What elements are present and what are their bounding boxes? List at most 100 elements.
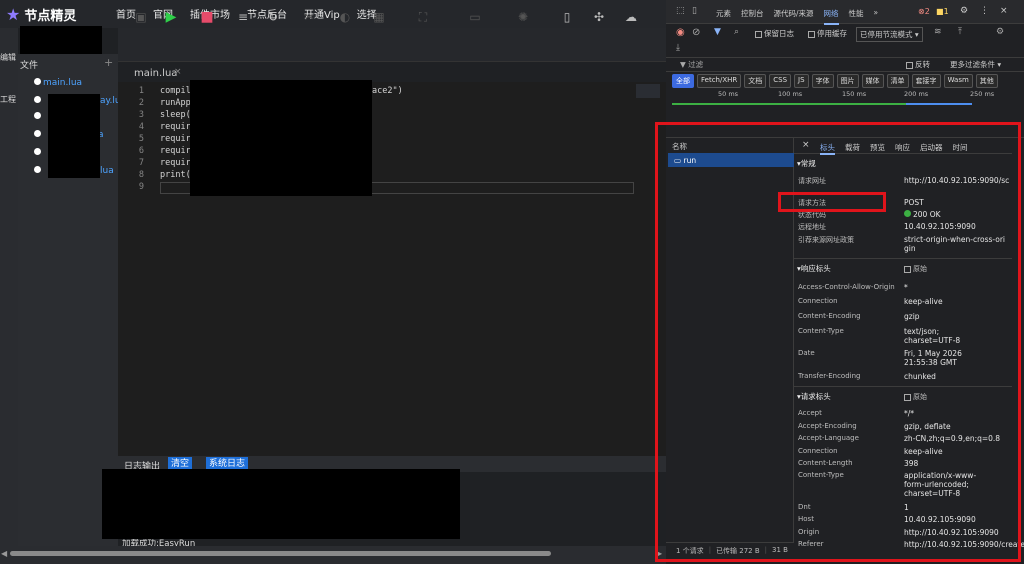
app-name: 节点精灵	[24, 8, 77, 24]
disable-cache-checkbox[interactable]: 停用缓存	[808, 28, 847, 39]
chip-icon[interactable]: ✺	[512, 6, 534, 28]
editor-tab[interactable]: main.lua	[134, 68, 177, 79]
plugin-icon[interactable]: ✣	[588, 6, 610, 28]
cut-icon[interactable]: ✂	[298, 6, 320, 28]
minimap[interactable]	[636, 84, 660, 98]
timeline-bar-green	[672, 103, 906, 105]
image-icon[interactable]: ▭	[464, 6, 486, 28]
code-line: requir	[160, 134, 191, 144]
record-icon[interactable]: ◉	[676, 27, 685, 38]
type-filters: 全部 Fetch/XHR 文档 CSS JS 字体 图片 媒体 清单 套接字 W…	[672, 74, 998, 88]
code-line: print(	[160, 170, 191, 180]
editor-toolbar	[118, 28, 666, 62]
lua-file-icon	[34, 112, 41, 119]
file-item[interactable]	[34, 96, 43, 106]
code-line: requir	[160, 146, 191, 156]
filter-icon[interactable]: ▼	[714, 27, 721, 37]
type-filter-js[interactable]: JS	[794, 74, 809, 88]
close-icon[interactable]: ×	[174, 67, 182, 77]
upload-icon[interactable]: ☁	[620, 6, 642, 28]
tab-console[interactable]: 控制台	[741, 8, 764, 25]
scroll-left-icon[interactable]: ◀	[1, 549, 7, 558]
editor-tab-bar	[118, 62, 666, 82]
rail-project[interactable]: 工程	[0, 94, 16, 105]
device-toggle-icon[interactable]: ▯	[692, 6, 697, 16]
add-file-icon[interactable]: +	[104, 56, 113, 69]
type-filter-ws[interactable]: 套接字	[911, 74, 941, 88]
scrollbar-thumb[interactable]	[10, 551, 551, 556]
file-item[interactable]	[34, 112, 43, 122]
run-icon[interactable]: ▶	[160, 6, 182, 28]
type-filter-font[interactable]: 字体	[811, 74, 834, 88]
file-item-tail: lua	[100, 166, 114, 176]
rail-edit[interactable]: 编辑	[0, 52, 16, 63]
search-icon[interactable]: ⌕	[734, 27, 739, 37]
file-item[interactable]	[34, 130, 43, 140]
code-line: requir	[160, 122, 191, 132]
format-icon[interactable]: ≡	[232, 6, 254, 28]
file-item-main[interactable]: main.lua	[34, 78, 82, 88]
tab-more[interactable]: »	[874, 8, 879, 25]
tab-performance[interactable]: 性能	[849, 8, 864, 25]
lua-file-icon	[34, 96, 41, 103]
file-item[interactable]	[34, 148, 43, 158]
code-line: requir	[160, 158, 191, 168]
tab-sources[interactable]: 源代码/来源	[774, 8, 814, 25]
warning-count[interactable]: ■1	[936, 7, 949, 16]
invert-checkbox[interactable]: 反转	[906, 59, 930, 70]
network-settings-icon[interactable]: ⚙	[996, 27, 1004, 37]
app-logo-icon: ★	[6, 4, 21, 24]
reload-icon[interactable]: ↻	[262, 6, 284, 28]
type-filter-media[interactable]: 媒体	[861, 74, 884, 88]
highlight-box-details	[655, 122, 1021, 562]
more-filters-button[interactable]: 更多过滤条件 ▾	[950, 59, 1001, 70]
app-logo: ★ 节点精灵	[6, 4, 96, 24]
type-filter-wasm[interactable]: Wasm	[943, 74, 973, 88]
line-numbers: 1 2 3 4 5 6 7 8 9	[138, 86, 144, 192]
file-panel-header: 文件	[20, 61, 39, 71]
devtools-tabs: 元素 控制台 源代码/来源 网络 性能 »	[716, 8, 878, 25]
code-line: sleep(	[160, 110, 191, 120]
code-lines: compil runApp sleep( requir requir requi…	[160, 86, 191, 182]
download-icon[interactable]: ⤓	[676, 43, 680, 53]
filter-input[interactable]: ▼ 过滤	[680, 59, 703, 70]
clear-icon[interactable]: ⊘	[692, 27, 700, 38]
settings-icon[interactable]: ⚙	[960, 6, 968, 16]
lua-file-icon	[34, 78, 41, 85]
code-line-tail: ace2")	[372, 86, 403, 96]
palette-icon[interactable]: ◐	[334, 6, 356, 28]
left-rail	[0, 28, 18, 546]
tab-elements[interactable]: 元素	[716, 8, 731, 25]
inspect-icon[interactable]: ⬚	[676, 6, 685, 16]
save-icon[interactable]: ▣	[130, 6, 152, 28]
redacted-block	[190, 80, 372, 196]
error-count[interactable]: ⊗2	[918, 7, 930, 16]
timeline-bar-blue	[906, 103, 972, 105]
preserve-log-checkbox[interactable]: 保留日志	[755, 28, 794, 39]
redacted-block	[48, 94, 100, 178]
code-line: compil	[160, 86, 191, 96]
device-icon[interactable]: ▯	[556, 6, 578, 28]
type-filter-doc[interactable]: 文档	[744, 74, 767, 88]
screenshot-icon[interactable]: ⛶	[412, 6, 434, 28]
stop-icon[interactable]: ■	[196, 6, 218, 28]
redacted-block	[102, 469, 460, 539]
type-filter-img[interactable]: 图片	[836, 74, 859, 88]
redacted-block	[20, 26, 102, 54]
type-filter-all[interactable]: 全部	[672, 74, 694, 88]
code-line: runApp	[160, 98, 191, 108]
throttle-select[interactable]: 已停用节流模式 ▾	[856, 27, 923, 42]
type-filter-other[interactable]: 其他	[975, 74, 998, 88]
wifi-icon[interactable]: ≋	[934, 27, 942, 37]
type-filter-xhr[interactable]: Fetch/XHR	[697, 74, 742, 88]
tab-network[interactable]: 网络	[823, 8, 839, 25]
import-icon[interactable]: ⤒	[958, 27, 962, 37]
lua-file-icon	[34, 130, 41, 137]
lua-file-icon	[34, 148, 41, 155]
close-devtools-icon[interactable]: ×	[1000, 6, 1008, 16]
type-filter-manifest[interactable]: 清单	[886, 74, 909, 88]
file-item[interactable]	[34, 166, 43, 176]
grid-icon[interactable]: ▦	[368, 6, 390, 28]
more-options-icon[interactable]: ⋮	[980, 6, 989, 16]
type-filter-css[interactable]: CSS	[769, 74, 792, 88]
